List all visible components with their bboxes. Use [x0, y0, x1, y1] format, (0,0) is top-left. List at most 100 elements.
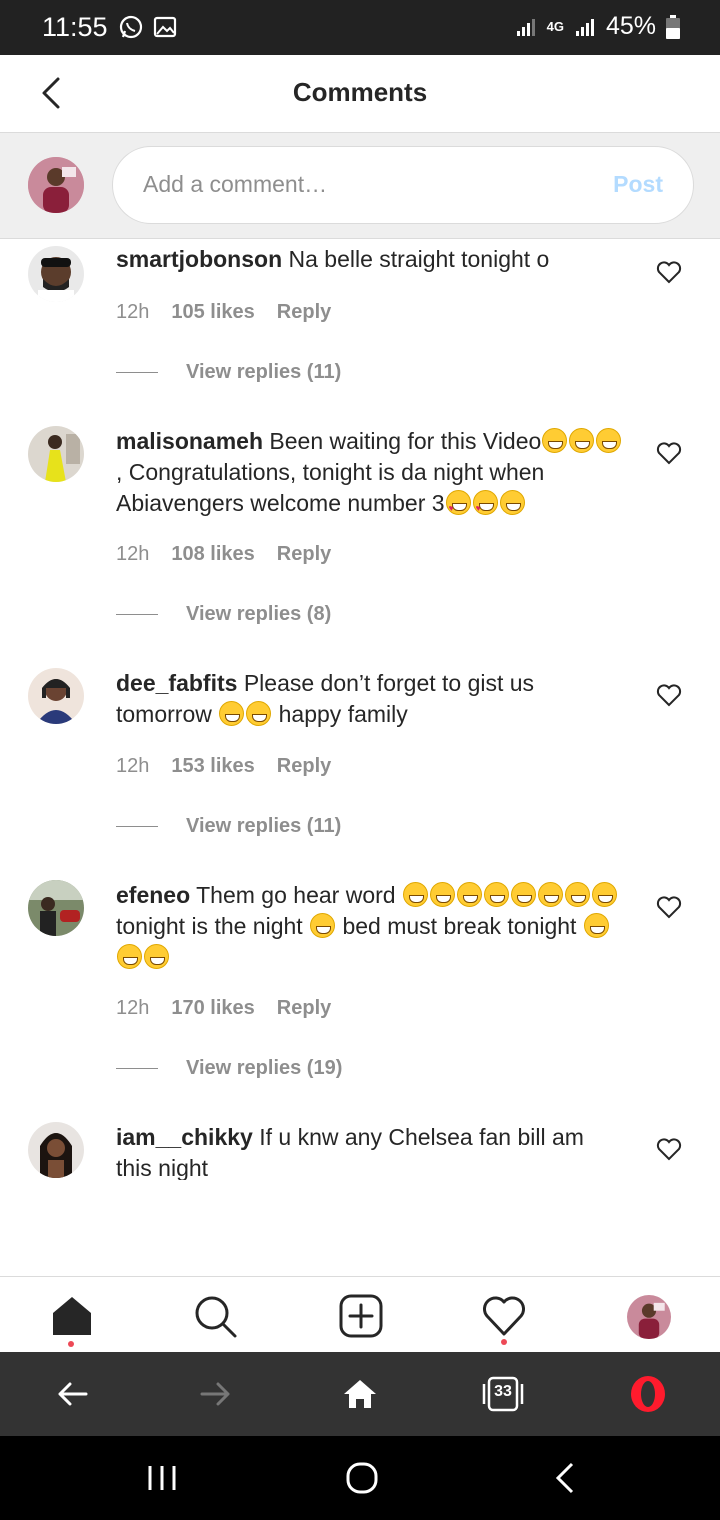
reply-button[interactable]: Reply [277, 543, 331, 566]
page-title: Comments [292, 77, 428, 107]
comment-username[interactable]: malisonameh [116, 428, 263, 454]
comment-likes[interactable]: 153 likes [171, 755, 254, 778]
comment-time: 12h [116, 997, 150, 1019]
grinning-emoji-icon [117, 944, 142, 969]
signal-icon [516, 18, 535, 36]
whatsapp-icon [119, 15, 143, 39]
comment-username[interactable]: efeneo [116, 882, 190, 908]
recent-apps-icon[interactable] [144, 1460, 180, 1496]
comment-text: malisonameh Been waiting for this Video,… [116, 426, 626, 524]
battery-percent: 45% [605, 12, 656, 40]
gallery-icon [153, 16, 177, 38]
activity-heart-icon[interactable] [481, 1293, 527, 1339]
comment-text: smartjobonson Na belle straight tonight … [116, 244, 626, 275]
comment-meta: 12h 170 likes Reply [116, 997, 331, 1020]
comment-likes[interactable]: 105 likes [171, 301, 254, 324]
my-avatar [28, 157, 84, 213]
comment-text: iam__chikky If u knw any Chelsea fan bil… [116, 1122, 626, 1184]
status-time: 11:55 [42, 12, 108, 42]
comment-time: 12h [116, 543, 150, 565]
comment-meta: 12h 108 likes Reply [116, 543, 331, 566]
reply-button[interactable]: Reply [277, 755, 331, 778]
profile-avatar[interactable] [627, 1295, 671, 1339]
replies-divider [116, 1068, 158, 1069]
avatar[interactable] [28, 880, 84, 936]
avatar[interactable] [28, 246, 84, 302]
comment-input-placeholder: Add a comment… [143, 171, 328, 197]
grinning-emoji-icon [402, 882, 428, 907]
view-replies-label[interactable]: View replies (8) [186, 603, 331, 626]
comment-time: 12h [116, 301, 150, 323]
rofl-emoji-icon [246, 701, 272, 726]
view-replies[interactable]: View replies (19) [116, 1057, 342, 1080]
comment-time: 12h [116, 755, 150, 777]
view-replies-label[interactable]: View replies (11) [186, 815, 341, 838]
activity-notification-dot [501, 1339, 507, 1345]
like-heart-icon[interactable] [656, 683, 682, 707]
browser-back-icon[interactable] [50, 1372, 94, 1416]
comment-input[interactable]: Add a comment… Post [112, 146, 694, 224]
comment-likes[interactable]: 170 likes [171, 997, 254, 1020]
grinning-emoji-icon [310, 913, 336, 938]
opera-menu-icon[interactable] [626, 1372, 670, 1416]
comment-body: Na belle straight tonight o [288, 246, 550, 272]
like-heart-icon[interactable] [656, 441, 682, 465]
like-heart-icon[interactable] [656, 1137, 682, 1161]
replies-divider [116, 614, 158, 615]
browser-toolbar: 33 [0, 1352, 720, 1436]
grinning-emoji-icon [569, 428, 595, 453]
avatar[interactable] [28, 426, 84, 482]
search-icon[interactable] [192, 1293, 238, 1339]
like-heart-icon[interactable] [656, 260, 682, 284]
like-heart-icon[interactable] [656, 895, 682, 919]
comment-username[interactable]: iam__chikky [116, 1124, 253, 1150]
browser-home-icon[interactable] [338, 1372, 382, 1416]
comment-body-part: Them go hear word [196, 882, 402, 908]
bottom-nav [0, 1276, 720, 1352]
system-nav-bar [0, 1436, 720, 1520]
network-type: 4G [546, 19, 564, 34]
system-back-icon[interactable] [548, 1460, 584, 1496]
avatar[interactable] [28, 668, 84, 724]
status-bar: 11:55 4G 45% [0, 0, 720, 55]
comment-meta: 12h 153 likes Reply [116, 755, 331, 778]
grinning-emoji-icon [499, 490, 525, 515]
comment-list[interactable]: smartjobonson Na belle straight tonight … [0, 240, 720, 1276]
comments-header: Comments [0, 55, 720, 133]
comment-meta: 12h 105 likes Reply [116, 301, 331, 324]
new-post-icon[interactable] [338, 1293, 384, 1339]
view-replies[interactable]: View replies (8) [116, 603, 331, 626]
reply-button[interactable]: Reply [277, 301, 331, 324]
reply-button[interactable]: Reply [277, 997, 331, 1020]
view-replies[interactable]: View replies (11) [116, 815, 341, 838]
view-replies[interactable]: View replies (11) [116, 361, 341, 384]
replies-divider [116, 372, 158, 373]
browser-forward-icon[interactable] [194, 1372, 238, 1416]
comment-likes[interactable]: 108 likes [171, 543, 254, 566]
battery-icon [666, 14, 680, 39]
signal-icon-2 [575, 18, 594, 36]
home-icon[interactable] [49, 1293, 95, 1339]
grinning-emoji-icon [144, 944, 169, 969]
avatar[interactable] [28, 1122, 84, 1178]
grinning-emoji-icon [583, 913, 609, 938]
comment-body-part: tonight is the night [116, 913, 310, 939]
view-replies-label[interactable]: View replies (11) [186, 361, 341, 384]
comment-composer: Add a comment… Post [0, 133, 720, 239]
home-notification-dot [68, 1341, 74, 1347]
grinning-emoji-icon [542, 428, 568, 453]
comment-username[interactable]: smartjobonson [116, 246, 282, 272]
comment-username[interactable]: dee_fabfits [116, 670, 237, 696]
grinning-emoji-icon [429, 882, 455, 907]
grinning-emoji-icon [564, 882, 590, 907]
heart-eyes-emoji-icon [472, 490, 498, 524]
system-home-icon[interactable] [344, 1460, 380, 1496]
comment-body-part: bed must break tonight [336, 913, 583, 939]
rofl-emoji-icon [219, 701, 245, 726]
grinning-emoji-icon [456, 882, 482, 907]
view-replies-label[interactable]: View replies (19) [186, 1057, 342, 1080]
comment-text: efeneo Them go hear word tonight is the … [116, 880, 626, 973]
heart-eyes-emoji-icon [445, 490, 471, 524]
post-button[interactable]: Post [613, 171, 663, 198]
tabs-count-button[interactable]: 33 [481, 1372, 525, 1416]
